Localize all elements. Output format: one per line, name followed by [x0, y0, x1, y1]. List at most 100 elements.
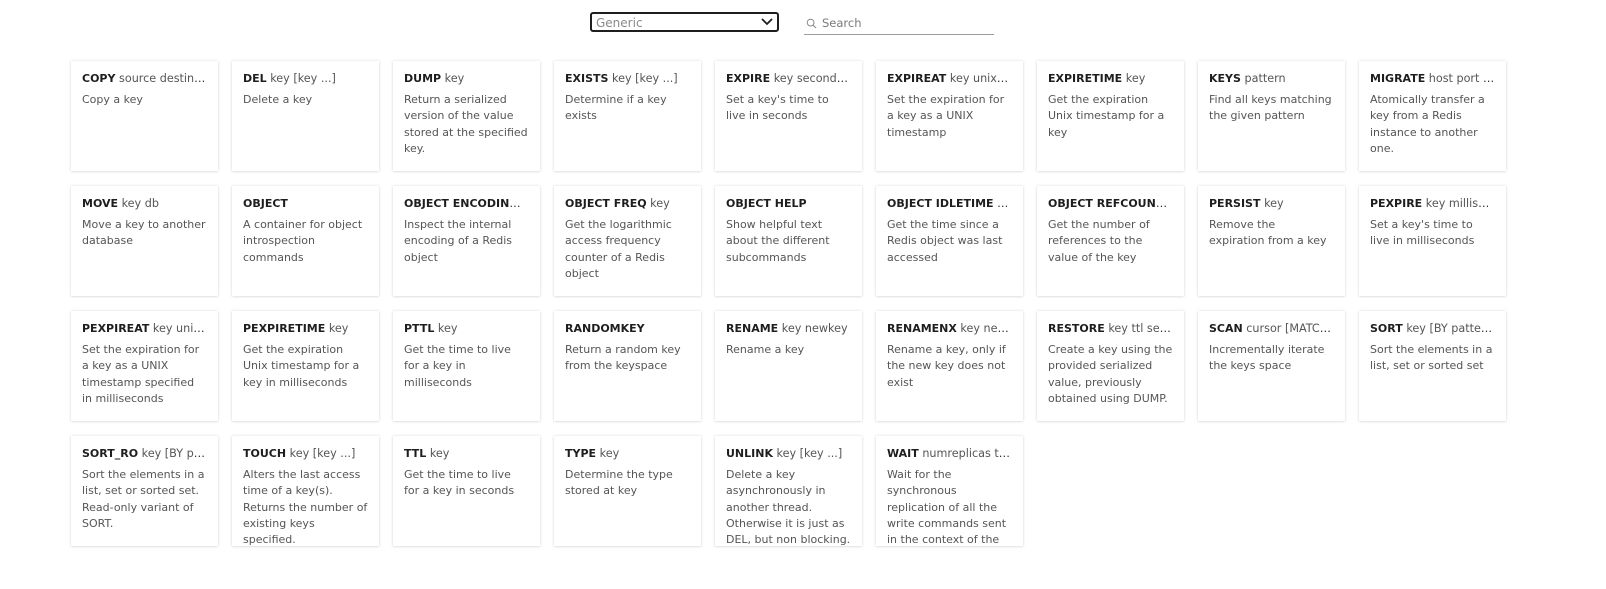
- command-name: TYPE: [565, 447, 597, 460]
- command-card[interactable]: KEYS pattern Find all keys matching the …: [1198, 61, 1345, 171]
- command-syntax: RENAME key newkey: [726, 321, 851, 337]
- command-summary: Rename a key: [726, 343, 805, 356]
- command-card[interactable]: OBJECT HELP Show helpful text about the …: [715, 186, 862, 296]
- command-syntax: OBJECT REFCOUNT key: [1048, 196, 1173, 212]
- command-args: key: [1264, 197, 1284, 210]
- command-summary: Sort the elements in a list, set or sort…: [1370, 343, 1493, 373]
- command-card[interactable]: RENAME key newkey Rename a key: [715, 311, 862, 421]
- command-card[interactable]: EXPIREAT key unix-time-seconds [NX|XX|GT…: [876, 61, 1023, 171]
- command-args: key: [521, 197, 529, 210]
- command-syntax: OBJECT FREQ key: [565, 196, 690, 212]
- command-card[interactable]: RENAMENX key newkey Rename a key, only i…: [876, 311, 1023, 421]
- command-card[interactable]: TTL key Get the time to live for a key i…: [393, 436, 540, 546]
- command-syntax: MIGRATE host port key|"" destination-db …: [1370, 71, 1495, 87]
- command-syntax: SORT key [BY pattern] [LIMIT offset coun…: [1370, 321, 1495, 337]
- command-card[interactable]: SORT_RO key [BY pattern] [LIMIT offset c…: [71, 436, 218, 546]
- command-syntax: PEXPIRE key milliseconds [NX|XX|GT|LT]: [1370, 196, 1495, 212]
- command-summary: Determine the type stored at key: [565, 468, 673, 498]
- command-name: PTTL: [404, 322, 435, 335]
- command-args: pattern: [1244, 72, 1286, 85]
- command-card[interactable]: MOVE key db Move a key to another databa…: [71, 186, 218, 296]
- command-grid: COPY source destination [DB destination-…: [71, 61, 1506, 546]
- command-card[interactable]: PEXPIRETIME key Get the expiration Unix …: [232, 311, 379, 421]
- command-name: PEXPIREAT: [82, 322, 150, 335]
- search-input[interactable]: [822, 14, 990, 32]
- command-name: UNLINK: [726, 447, 773, 460]
- command-name: RESTORE: [1048, 322, 1105, 335]
- command-syntax: TOUCH key [key ...]: [243, 446, 368, 462]
- command-args: key: [429, 447, 450, 460]
- command-args: host port key|"" destination-db timeout: [1428, 72, 1495, 85]
- command-card[interactable]: DEL key [key ...] Delete a key: [232, 61, 379, 171]
- command-card[interactable]: WAIT numreplicas timeout Wait for the sy…: [876, 436, 1023, 546]
- command-card[interactable]: TYPE key Determine the type stored at ke…: [554, 436, 701, 546]
- command-summary: Copy a key: [82, 93, 143, 106]
- command-card[interactable]: OBJECT IDLETIME key Get the time since a…: [876, 186, 1023, 296]
- command-syntax: EXPIRE key seconds [NX|XX|GT|LT]: [726, 71, 851, 87]
- command-summary: Set the expiration for a key as a UNIX t…: [887, 93, 1005, 139]
- command-card[interactable]: PEXPIRE key milliseconds [NX|XX|GT|LT] S…: [1359, 186, 1506, 296]
- command-args: key [BY pattern] [LIMIT offset count]: [1406, 322, 1495, 335]
- command-card[interactable]: EXPIRE key seconds [NX|XX|GT|LT] Set a k…: [715, 61, 862, 171]
- command-args: key unix-time-seconds [NX|XX|GT|LT]: [949, 72, 1012, 85]
- command-summary: Return a random key from the keyspace: [565, 343, 681, 373]
- command-args: key: [997, 197, 1012, 210]
- command-card[interactable]: SORT key [BY pattern] [LIMIT offset coun…: [1359, 311, 1506, 421]
- command-name: RENAME: [726, 322, 779, 335]
- command-args: key [key ...]: [776, 447, 843, 460]
- command-args: key db: [121, 197, 159, 210]
- command-syntax: WAIT numreplicas timeout: [887, 446, 1012, 462]
- command-card[interactable]: SCAN cursor [MATCH pattern] [COUNT count…: [1198, 311, 1345, 421]
- command-card[interactable]: OBJECT REFCOUNT key Get the number of re…: [1037, 186, 1184, 296]
- command-name: PEXPIRE: [1370, 197, 1423, 210]
- command-card[interactable]: RANDOMKEY Return a random key from the k…: [554, 311, 701, 421]
- command-summary: Get the logarithmic access frequency cou…: [565, 218, 672, 280]
- command-args: key: [444, 72, 465, 85]
- command-card[interactable]: PEXPIREAT key unix-time-milliseconds [NX…: [71, 311, 218, 421]
- command-syntax: OBJECT: [243, 196, 368, 212]
- command-args: source destination [DB destination-db] […: [119, 72, 207, 85]
- command-card[interactable]: RESTORE key ttl serialized-value [REPLAC…: [1037, 311, 1184, 421]
- group-select-value: Generic: [596, 16, 643, 30]
- command-args: key: [1166, 197, 1173, 210]
- command-name: SORT_RO: [82, 447, 139, 460]
- command-card[interactable]: OBJECT ENCODING key Inspect the internal…: [393, 186, 540, 296]
- command-summary: Set the expiration for a key as a UNIX t…: [82, 343, 200, 405]
- command-card[interactable]: OBJECT A container for object introspect…: [232, 186, 379, 296]
- command-args: cursor [MATCH pattern] [COUNT count]: [1246, 322, 1334, 335]
- command-name: SORT: [1370, 322, 1403, 335]
- command-card[interactable]: EXPIRETIME key Get the expiration Unix t…: [1037, 61, 1184, 171]
- command-name: RENAMENX: [887, 322, 957, 335]
- command-args: key ttl serialized-value [REPLACE]: [1108, 322, 1173, 335]
- command-card[interactable]: PERSIST key Remove the expiration from a…: [1198, 186, 1345, 296]
- command-args: key [key ...]: [612, 72, 678, 85]
- search-field[interactable]: [804, 14, 994, 35]
- command-card[interactable]: TOUCH key [key ...] Alters the last acce…: [232, 436, 379, 546]
- command-name: OBJECT REFCOUNT: [1048, 197, 1164, 210]
- command-summary: Get the expiration Unix timestamp for a …: [1048, 93, 1165, 139]
- command-args: key: [437, 322, 458, 335]
- command-syntax: SORT_RO key [BY pattern] [LIMIT offset c…: [82, 446, 207, 462]
- command-card[interactable]: COPY source destination [DB destination-…: [71, 61, 218, 171]
- command-summary: Inspect the internal encoding of a Redis…: [404, 218, 513, 264]
- command-args: key newkey: [960, 322, 1012, 335]
- command-name: DUMP: [404, 72, 442, 85]
- command-name: TOUCH: [243, 447, 287, 460]
- command-summary: Get the expiration Unix timestamp for a …: [243, 343, 360, 389]
- command-summary: Rename a key, only if the new key does n…: [887, 343, 1006, 389]
- command-card[interactable]: PTTL key Get the time to live for a key …: [393, 311, 540, 421]
- command-syntax: OBJECT ENCODING key: [404, 196, 529, 212]
- command-card[interactable]: UNLINK key [key ...] Delete a key asynch…: [715, 436, 862, 546]
- command-card[interactable]: DUMP key Return a serialized version of …: [393, 61, 540, 171]
- command-card[interactable]: EXISTS key [key ...] Determine if a key …: [554, 61, 701, 171]
- group-select[interactable]: Generic: [590, 12, 779, 32]
- search-icon: [806, 18, 817, 29]
- filter-bar: Generic: [590, 12, 1010, 35]
- command-card[interactable]: OBJECT FREQ key Get the logarithmic acce…: [554, 186, 701, 296]
- command-name: MIGRATE: [1370, 72, 1426, 85]
- command-syntax: RENAMENX key newkey: [887, 321, 1012, 337]
- command-card[interactable]: MIGRATE host port key|"" destination-db …: [1359, 61, 1506, 171]
- command-summary: Delete a key: [243, 93, 313, 106]
- command-args: key: [650, 197, 670, 210]
- command-syntax: UNLINK key [key ...]: [726, 446, 851, 462]
